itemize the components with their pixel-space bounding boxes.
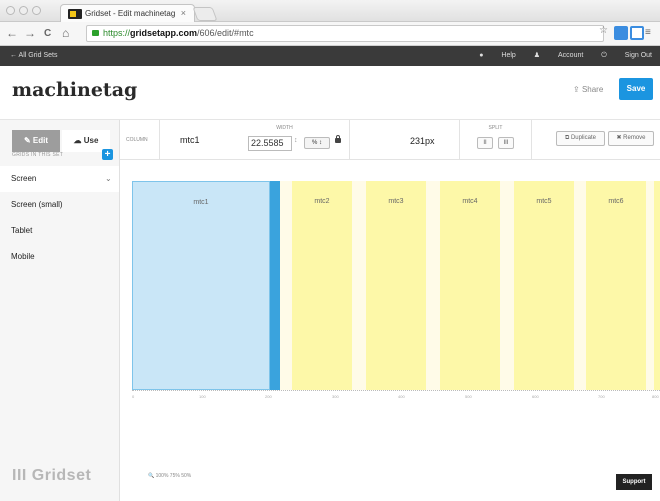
minimize-window-icon[interactable] [19,6,28,15]
tab-close-icon[interactable]: × [181,5,186,22]
add-grid-button[interactable]: + [102,149,113,160]
zoom-levels[interactable]: 100% 75% 50% [156,473,192,479]
grid-column-partial [654,181,660,390]
reload-icon[interactable]: C [44,27,51,41]
split-three-button[interactable]: III [498,137,514,149]
share-label: Share [581,85,604,94]
width-label: WIDTH [276,125,293,131]
sidebar-item-label: Screen [11,174,37,183]
url-host: gridsetapp.com [130,28,198,38]
browser-titlebar: Gridset - Edit machinetag × [0,0,660,22]
gutter [280,181,292,390]
save-button[interactable]: Save [619,78,653,100]
account-link[interactable]: ♟ Account [534,52,584,59]
tab-use-label: Use [83,136,99,145]
unit-select[interactable]: % ↕ [304,137,330,149]
browser-tab-title: Gridset - Edit machinetag [85,9,176,18]
sidebar-item-mobile[interactable]: Mobile [0,244,119,270]
column-label: COLUMN [126,137,148,143]
gutter [500,181,514,390]
url-path: /606/edit/#mtc [197,28,254,38]
help-label: Help [501,52,516,59]
grid-column-mtc5[interactable]: mtc5 [514,181,574,390]
column-label: mtc1 [193,199,209,206]
new-tab-button[interactable] [192,7,218,21]
sign-out-label: Sign Out [624,52,652,59]
gutter-handle[interactable] [270,181,280,390]
gutter [574,181,586,390]
sign-out-link[interactable]: ⏻ Sign Out [601,52,652,59]
zoom-controls[interactable]: 🔍 100% 75% 50% [148,473,191,479]
zoom-window-icon[interactable] [32,6,41,15]
grid-preview: mtc1 mtc2 mtc3 mtc4 mtc5 mtc6 [132,181,660,390]
app-topbar: ← All Grid Sets ● Help ♟ Account ⏻ Sign … [0,46,660,66]
duplicate-label: Duplicate [570,135,596,141]
sidebar-item-screen[interactable]: Screen ⌄ [0,166,119,192]
sidebar-item-label: Screen (small) [11,200,63,209]
grid-column-mtc1[interactable]: mtc1 [132,181,270,390]
secure-lock-icon [92,30,99,36]
split-label: SPLIT [488,125,503,131]
column-name: mtc1 [180,135,200,145]
grid-column-mtc3[interactable]: mtc3 [366,181,426,390]
grid-column-mtc6[interactable]: mtc6 [586,181,646,390]
px-cell [350,120,460,160]
url-bar[interactable]: https://gridsetapp.com/606/edit/#mtc [86,25,604,42]
gridset-logo: III Gridset [12,467,92,484]
forward-icon[interactable]: → [24,26,36,40]
column-label: mtc3 [388,198,404,205]
pixel-ruler: 0 100 200 300 400 500 600 700 800 [132,390,660,402]
grid-column-mtc2[interactable]: mtc2 [292,181,352,390]
gutter [646,181,654,390]
grids-in-set-label: GRIDS IN THIS SET [12,152,64,158]
help-link[interactable]: ● Help [479,52,516,59]
tab-edit-label: Edit [32,136,49,145]
gutter [352,181,366,390]
gridset-logo-text: Gridset [31,467,92,484]
column-label: mtc6 [608,198,624,205]
sidebar: ✎ Edit ☁ Use GRIDS IN THIS SET + Screen … [0,120,120,501]
back-icon[interactable]: ← [6,26,18,40]
browser-tab[interactable]: Gridset - Edit machinetag × [60,4,195,22]
share-button[interactable]: ⇪ Share [573,85,603,94]
gridset-favicon-icon [68,9,82,19]
column-label-cell: COLUMN [120,120,160,160]
page-title: machinetag [12,79,138,101]
remove-label: Remove [623,135,646,141]
extension-icon[interactable] [614,26,628,40]
sidebar-item-label: Tablet [11,226,33,235]
support-button[interactable]: Support [616,474,652,490]
column-label: mtc5 [536,198,552,205]
gutter [426,181,440,390]
page-header: machinetag ⇪ Share Save [0,66,660,120]
extension-icon[interactable] [630,26,644,40]
sidebar-item-screen-small[interactable]: Screen (small) [0,192,119,218]
browser-toolbar: ← → C ⌂ https://gridsetapp.com/606/edit/… [0,22,660,46]
close-window-icon[interactable] [6,6,15,15]
home-icon[interactable]: ⌂ [62,26,69,40]
sidebar-item-label: Mobile [11,252,35,261]
grid-canvas: mtc1 mtc2 mtc3 mtc4 mtc5 mtc6 0 100 200 … [120,160,660,501]
screen-list: Screen ⌄ Screen (small) Tablet Mobile [0,166,119,270]
menu-icon[interactable]: ≡ [645,26,651,40]
split-cell: SPLIT II III [460,120,532,160]
lock-icon[interactable] [335,135,341,143]
remove-button[interactable]: ✖ Remove [608,131,654,146]
duplicate-button[interactable]: ⧉ Duplicate [556,131,605,146]
account-label: Account [558,52,584,59]
split-two-button[interactable]: II [477,137,493,149]
column-toolbar: COLUMN mtc1 WIDTH 22.5585 ↕ % ↕ 231px SP… [120,120,660,160]
width-px-value: 231px [410,136,435,146]
grid-column-mtc4[interactable]: mtc4 [440,181,500,390]
width-input[interactable]: 22.5585 [248,136,292,151]
all-grid-sets-link[interactable]: ← All Grid Sets [10,46,57,66]
width-stepper[interactable]: ↕ [294,137,298,144]
column-label: mtc2 [314,198,330,205]
url-scheme: https:// [103,28,131,38]
column-label: mtc4 [462,198,478,205]
bookmark-star-icon[interactable]: ☆ [599,25,608,36]
sidebar-item-tablet[interactable]: Tablet [0,218,119,244]
tab-edit[interactable]: ✎ Edit [12,130,60,152]
chevron-down-icon[interactable]: ⌄ [105,166,112,192]
